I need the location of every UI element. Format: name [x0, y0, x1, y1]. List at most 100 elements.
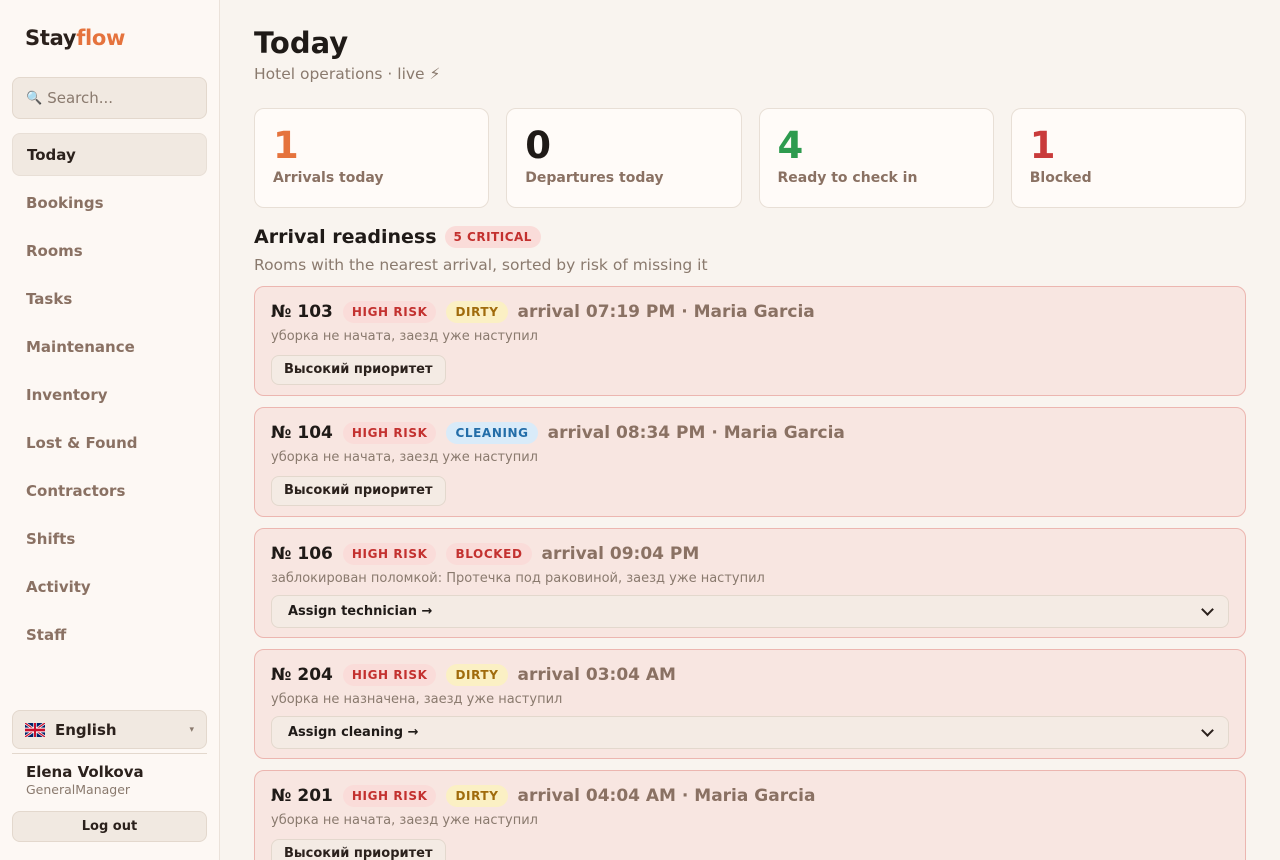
arrival-time-text: arrival 08:34 PM: [547, 423, 706, 443]
arrival-time-text: arrival 03:04 AM: [517, 665, 676, 685]
section-title-text: Arrival readiness: [254, 226, 437, 248]
guest-name: · Maria Garcia: [675, 786, 816, 806]
arrival-time: arrival 07:19 PM · Maria Garcia: [518, 302, 815, 322]
search-input[interactable]: 🔍 Search...: [12, 77, 207, 119]
page-title: Today: [254, 26, 349, 60]
uk-flag-icon: [25, 722, 45, 737]
stat-value: 1: [1029, 124, 1056, 167]
app-logo[interactable]: Stayflow: [25, 26, 125, 50]
room-number: № 201: [271, 786, 333, 806]
sidebar-nav: Today Bookings Rooms Tasks Maintenance Invent…: [12, 133, 207, 661]
main-content: Today Hotel operations · live ⚡ 1 Arrival…: [254, 0, 1246, 860]
arrival-note: уборка не начата, заезд уже наступил: [271, 329, 538, 344]
assign-select[interactable]: Assign cleaning →: [271, 716, 1229, 749]
room-number: № 204: [271, 665, 333, 685]
room-number: № 104: [271, 423, 333, 443]
stat-label: Departures today: [525, 170, 664, 186]
search-placeholder: Search...: [47, 89, 114, 107]
status-badge: DIRTY: [446, 301, 508, 323]
divider: [12, 753, 207, 754]
logo-text-accent: flow: [76, 26, 126, 50]
sidebar-item-bookings[interactable]: Bookings: [12, 181, 207, 224]
arrival-card-header: № 204 HIGH RISK DIRTY arrival 03:04 AM: [271, 663, 1229, 687]
room-number: № 106: [271, 544, 333, 564]
arrival-card-header: № 106 HIGH RISK BLOCKED arrival 09:04 PM: [271, 542, 1229, 566]
arrival-card-header: № 201 HIGH RISK DIRTY arrival 04:04 AM · Ma…: [271, 784, 1229, 808]
sidebar-item-tasks[interactable]: Tasks: [12, 277, 207, 320]
sidebar-item-shifts[interactable]: Shifts: [12, 517, 207, 560]
arrival-card[interactable]: № 104 HIGH RISK CLEANING arrival 08:34 PM ·…: [254, 407, 1246, 517]
high-priority-button[interactable]: Высокий приоритет: [271, 355, 446, 385]
risk-badge: HIGH RISK: [342, 422, 437, 444]
guest-name: · Maria Garcia: [705, 423, 845, 443]
stat-label: Blocked: [1029, 170, 1092, 186]
arrival-time: arrival 04:04 AM · Maria Garcia: [518, 786, 816, 806]
stat-label: Ready to check in: [777, 170, 918, 186]
risk-badge: HIGH RISK: [342, 301, 437, 323]
stat-card[interactable]: 0 Departures today: [506, 108, 742, 208]
arrival-time: arrival 09:04 PM: [542, 544, 700, 564]
status-badge: CLEANING: [446, 422, 538, 444]
arrival-card[interactable]: № 204 HIGH RISK DIRTY arrival 03:04 AM уборк…: [254, 649, 1246, 759]
user-name: Elena Volkova: [26, 763, 144, 781]
page-subtitle: Hotel operations · live ⚡: [254, 65, 441, 83]
arrival-cards: № 103 HIGH RISK DIRTY arrival 07:19 PM · Ma…: [254, 286, 1246, 860]
language-label: English: [55, 720, 117, 739]
sidebar-item-activity[interactable]: Activity: [12, 565, 207, 608]
arrival-card-header: № 104 HIGH RISK CLEANING arrival 08:34 PM ·…: [271, 421, 1229, 445]
stat-value: 1: [273, 124, 299, 167]
arrival-card-header: № 103 HIGH RISK DIRTY arrival 07:19 PM · Ma…: [271, 300, 1229, 324]
sidebar-item-inventory[interactable]: Inventory: [12, 373, 207, 416]
critical-badge: 5 CRITICAL: [444, 226, 541, 248]
status-badge: DIRTY: [446, 664, 508, 686]
logout-button[interactable]: Log out: [12, 811, 207, 842]
user-role: GeneralManager: [26, 782, 131, 797]
arrival-note: уборка не начата, заезд уже наступил: [271, 450, 538, 465]
arrival-time-text: arrival 07:19 PM: [517, 302, 676, 322]
section-title: Arrival readiness 5 CRITICAL: [254, 226, 541, 248]
arrival-time-text: arrival 04:04 AM: [517, 786, 676, 806]
stat-card[interactable]: 1 Blocked: [1010, 108, 1246, 208]
section-subtitle: Rooms with the nearest arrival, sorted b…: [254, 256, 708, 274]
arrival-time-text: arrival 09:04 PM: [541, 544, 700, 564]
risk-badge: HIGH RISK: [342, 543, 437, 565]
chevron-down-icon: [1201, 723, 1214, 737]
sidebar-item-staff[interactable]: Staff: [12, 613, 207, 656]
assign-select-value: Assign cleaning →: [288, 725, 419, 740]
search-icon: 🔍: [26, 90, 43, 106]
arrival-time: arrival 03:04 AM: [518, 665, 676, 685]
risk-badge: HIGH RISK: [342, 785, 437, 807]
arrival-note: уборка не назначена, заезд уже наступил: [271, 692, 563, 707]
chevron-down-icon: [1201, 602, 1214, 616]
high-priority-button[interactable]: Высокий приоритет: [271, 839, 446, 860]
language-select[interactable]: English ▾: [12, 710, 207, 749]
sidebar-item-contractors[interactable]: Contractors: [12, 469, 207, 512]
stat-value: 4: [777, 124, 804, 167]
stat-card[interactable]: 1 Arrivals today: [254, 108, 490, 208]
status-badge: BLOCKED: [446, 543, 532, 565]
sidebar-item-lost-found[interactable]: Lost & Found: [12, 421, 207, 464]
assign-select-value: Assign technician →: [288, 604, 433, 619]
sidebar-item-maintenance[interactable]: Maintenance: [12, 325, 207, 368]
logo-text-main: Stay: [25, 26, 77, 50]
arrival-note: уборка не начата, заезд уже наступил: [271, 813, 538, 828]
arrival-card[interactable]: № 106 HIGH RISK BLOCKED arrival 09:04 PM заб…: [254, 528, 1246, 638]
status-badge: DIRTY: [446, 785, 508, 807]
arrival-card[interactable]: № 201 HIGH RISK DIRTY arrival 04:04 AM · Ma…: [254, 770, 1246, 860]
arrival-time: arrival 08:34 PM · Maria Garcia: [548, 423, 845, 443]
arrival-note: заблокирован поломкой: Протечка под рако…: [271, 571, 765, 586]
risk-badge: HIGH RISK: [342, 664, 437, 686]
stat-value: 0: [525, 124, 551, 167]
stat-label: Arrivals today: [273, 170, 384, 186]
sidebar: Stayflow 🔍 Search... Today Bookings Rooms T…: [0, 0, 220, 860]
sidebar-item-rooms[interactable]: Rooms: [12, 229, 207, 272]
chevron-down-icon: ▾: [189, 724, 194, 735]
sidebar-item-today[interactable]: Today: [12, 133, 207, 176]
high-priority-button[interactable]: Высокий приоритет: [271, 476, 446, 506]
stats-row: 1 Arrivals today 0 Departures today 4 Ready t…: [254, 108, 1246, 208]
guest-name: · Maria Garcia: [675, 302, 815, 322]
assign-select[interactable]: Assign technician →: [271, 595, 1229, 628]
arrival-card[interactable]: № 103 HIGH RISK DIRTY arrival 07:19 PM · Ma…: [254, 286, 1246, 396]
stat-card[interactable]: 4 Ready to check in: [758, 108, 994, 208]
room-number: № 103: [271, 302, 333, 322]
